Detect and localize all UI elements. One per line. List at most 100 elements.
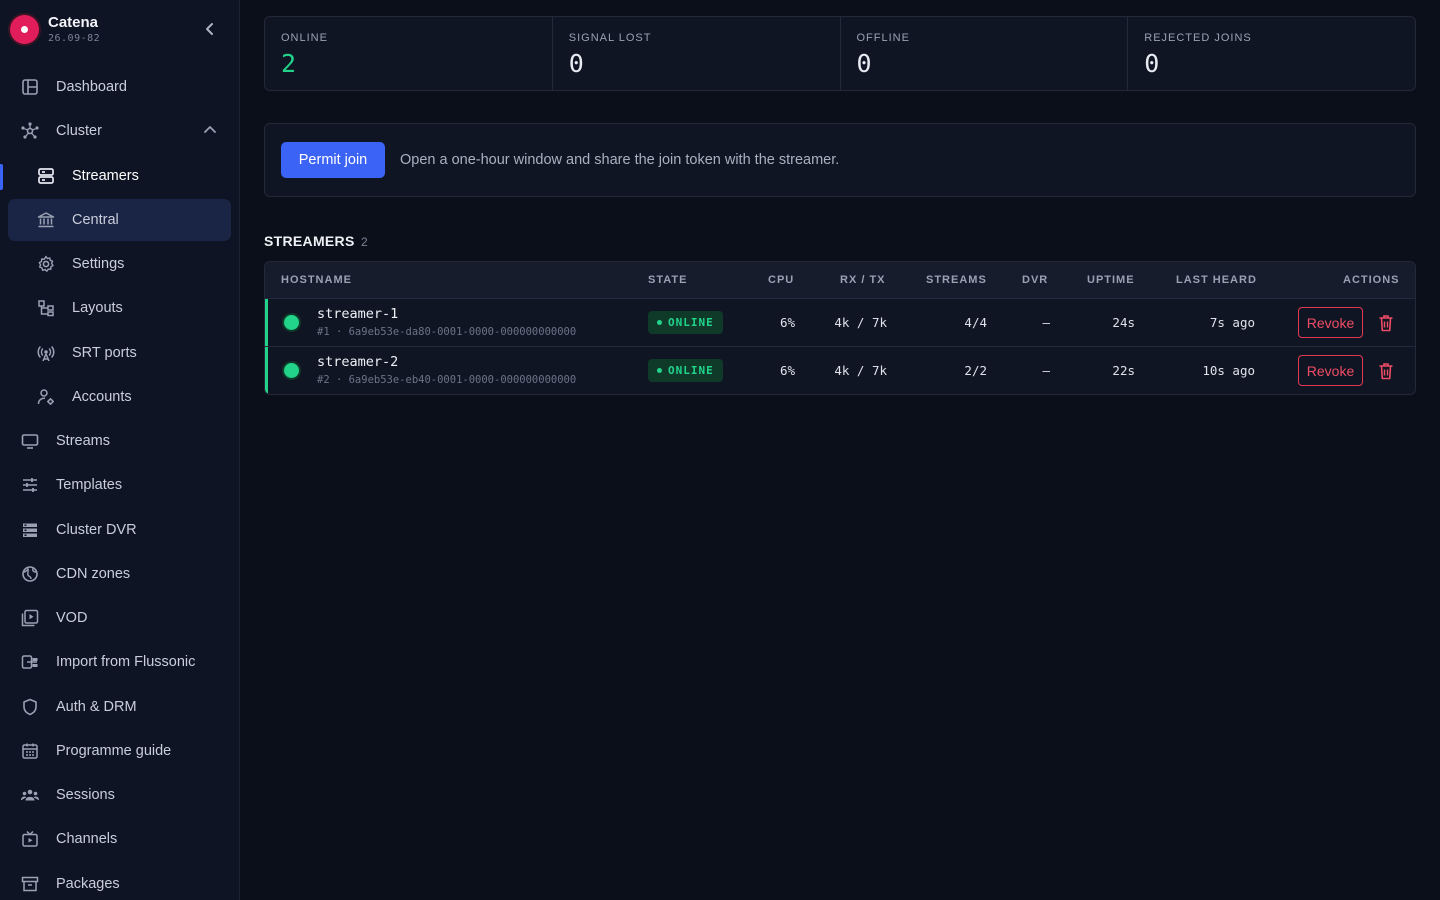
column-header-dvr[interactable]: DVR	[1022, 274, 1048, 286]
dashboard-icon	[22, 79, 38, 95]
sidebar-item-label: Programme guide	[56, 743, 172, 759]
sidebar-item-label: Settings	[72, 256, 125, 272]
streams-value: 4/4	[964, 315, 987, 330]
row-status-accent	[265, 299, 268, 346]
shield-icon	[23, 698, 37, 716]
sidebar-item-label: Dashboard	[56, 79, 127, 95]
status-dot	[284, 363, 299, 378]
sidebar-item-central[interactable]: Central	[8, 199, 231, 241]
permit-join-button[interactable]: Permit join	[281, 142, 385, 178]
trash-icon[interactable]	[1378, 314, 1394, 332]
calendar-icon	[22, 743, 38, 759]
last-heard-value: 10s ago	[1202, 363, 1255, 378]
table-row[interactable]: streamer-2 #2 · 6a9eb53e-eb40-0001-0000-…	[265, 347, 1415, 394]
brand-logo	[10, 15, 39, 44]
layouts-icon	[38, 300, 54, 317]
bank-icon	[37, 212, 55, 228]
column-header-actions: ACTIONS	[1343, 274, 1400, 286]
tv-icon	[22, 830, 38, 847]
streamer-hostname: streamer-2	[317, 354, 399, 370]
brand: Catena 26.09-82	[10, 12, 230, 46]
column-header-last-heard[interactable]: LAST HEARD	[1176, 274, 1257, 286]
sidebar-item-label: Channels	[56, 831, 118, 847]
sidebar-item-sessions[interactable]: Sessions	[8, 774, 231, 816]
sidebar-item-layouts[interactable]: Layouts	[8, 287, 231, 329]
column-header-state[interactable]: STATE	[648, 274, 687, 286]
revoke-button[interactable]: Revoke	[1298, 307, 1363, 338]
column-header-rxtx[interactable]: RX / TX	[840, 274, 886, 286]
stat-label: REJECTED JOINS	[1144, 32, 1252, 44]
sidebar-item-label: Sessions	[56, 787, 115, 803]
gear-icon	[38, 255, 54, 272]
sidebar-item-label: Accounts	[72, 389, 132, 405]
uptime-value: 24s	[1112, 315, 1135, 330]
user-cog-icon	[37, 389, 54, 405]
stat-value: 2	[281, 49, 297, 78]
sidebar-item-label: Cluster DVR	[56, 522, 137, 538]
sidebar-item-cluster-dvr[interactable]: Cluster DVR	[8, 509, 231, 551]
collapse-sidebar-button[interactable]	[198, 17, 222, 41]
cpu-value: 6%	[779, 363, 795, 378]
sidebar: Catena 26.09-82 Dashboard Cluster Stream…	[0, 0, 240, 900]
dvr-value: —	[1042, 363, 1050, 378]
sidebar-item-label: Streamers	[72, 168, 139, 184]
last-heard-value: 7s ago	[1209, 315, 1255, 330]
streamer-id: #1 · 6a9eb53e-da80-0001-0000-00000000000…	[317, 326, 577, 338]
column-header-hostname[interactable]: HOSTNAME	[281, 274, 352, 286]
stat-value: 0	[568, 49, 584, 78]
permit-join-description: Open a one-hour window and share the joi…	[400, 152, 840, 168]
sidebar-item-label: SRT ports	[72, 345, 137, 361]
streamers-table: HOSTNAME STATE CPU RX / TX STREAMS DVR U…	[264, 261, 1416, 395]
sidebar-item-accounts[interactable]: Accounts	[8, 376, 231, 418]
dvr-value: —	[1042, 315, 1050, 330]
cpu-value: 6%	[779, 315, 795, 330]
app-name: Catena	[48, 14, 99, 31]
sidebar-item-streams[interactable]: Streams	[8, 420, 231, 462]
sidebar-item-auth-drm[interactable]: Auth & DRM	[8, 686, 231, 728]
revoke-button[interactable]: Revoke	[1298, 355, 1363, 386]
column-header-uptime[interactable]: UPTIME	[1087, 274, 1135, 286]
stat-label: SIGNAL LOST	[568, 32, 652, 44]
users-icon	[21, 789, 39, 801]
stats-bar: ONLINE 2 SIGNAL LOST 0 OFFLINE 0 REJECTE…	[264, 16, 1416, 91]
stat-online: ONLINE 2	[265, 17, 553, 90]
sidebar-item-label: Packages	[56, 876, 120, 892]
sidebar-item-cdn-zones[interactable]: CDN zones	[8, 553, 231, 595]
globe-icon	[22, 566, 38, 582]
row-status-accent	[265, 347, 268, 394]
table-header: HOSTNAME STATE CPU RX / TX STREAMS DVR U…	[265, 262, 1415, 299]
active-indicator	[0, 164, 3, 190]
sidebar-item-cluster[interactable]: Cluster	[8, 110, 231, 152]
stat-rejected-joins: REJECTED JOINS 0	[1128, 17, 1415, 90]
rxtx-value: 4k / 7k	[834, 315, 887, 330]
column-header-cpu[interactable]: CPU	[768, 274, 794, 286]
sidebar-item-vod[interactable]: VOD	[8, 597, 231, 639]
chevron-left-icon	[206, 23, 213, 35]
sidebar-item-settings[interactable]: Settings	[8, 243, 231, 285]
server-icon	[38, 168, 54, 184]
sidebar-item-programme-guide[interactable]: Programme guide	[8, 730, 231, 772]
streamer-id: #2 · 6a9eb53e-eb40-0001-0000-00000000000…	[317, 374, 577, 386]
sidebar-item-templates[interactable]: Templates	[8, 464, 231, 506]
sidebar-item-label: Central	[72, 212, 119, 228]
sidebar-item-dashboard[interactable]: Dashboard	[8, 66, 231, 108]
import-icon	[21, 655, 38, 669]
trash-icon[interactable]	[1378, 362, 1394, 380]
stat-value: 0	[1144, 49, 1160, 78]
monitor-icon	[21, 434, 39, 449]
video-library-icon	[21, 609, 39, 627]
table-row[interactable]: streamer-1 #1 · 6a9eb53e-da80-0001-0000-…	[265, 299, 1415, 347]
sidebar-item-packages[interactable]: Packages	[8, 863, 231, 900]
sidebar-item-label: Cluster	[56, 123, 102, 139]
chevron-up-icon	[204, 126, 216, 133]
uptime-value: 22s	[1112, 363, 1135, 378]
sidebar-item-label: Import from Flussonic	[56, 654, 196, 670]
sidebar-item-import-flussonic[interactable]: Import from Flussonic	[8, 641, 231, 683]
status-dot	[284, 315, 299, 330]
sidebar-item-channels[interactable]: Channels	[8, 818, 231, 860]
column-header-streams[interactable]: STREAMS	[926, 274, 987, 286]
sidebar-item-srt-ports[interactable]: SRT ports	[8, 332, 231, 374]
rxtx-value: 4k / 7k	[834, 363, 887, 378]
sidebar-item-streamers[interactable]: Streamers	[8, 155, 231, 197]
streams-value: 2/2	[964, 363, 987, 378]
